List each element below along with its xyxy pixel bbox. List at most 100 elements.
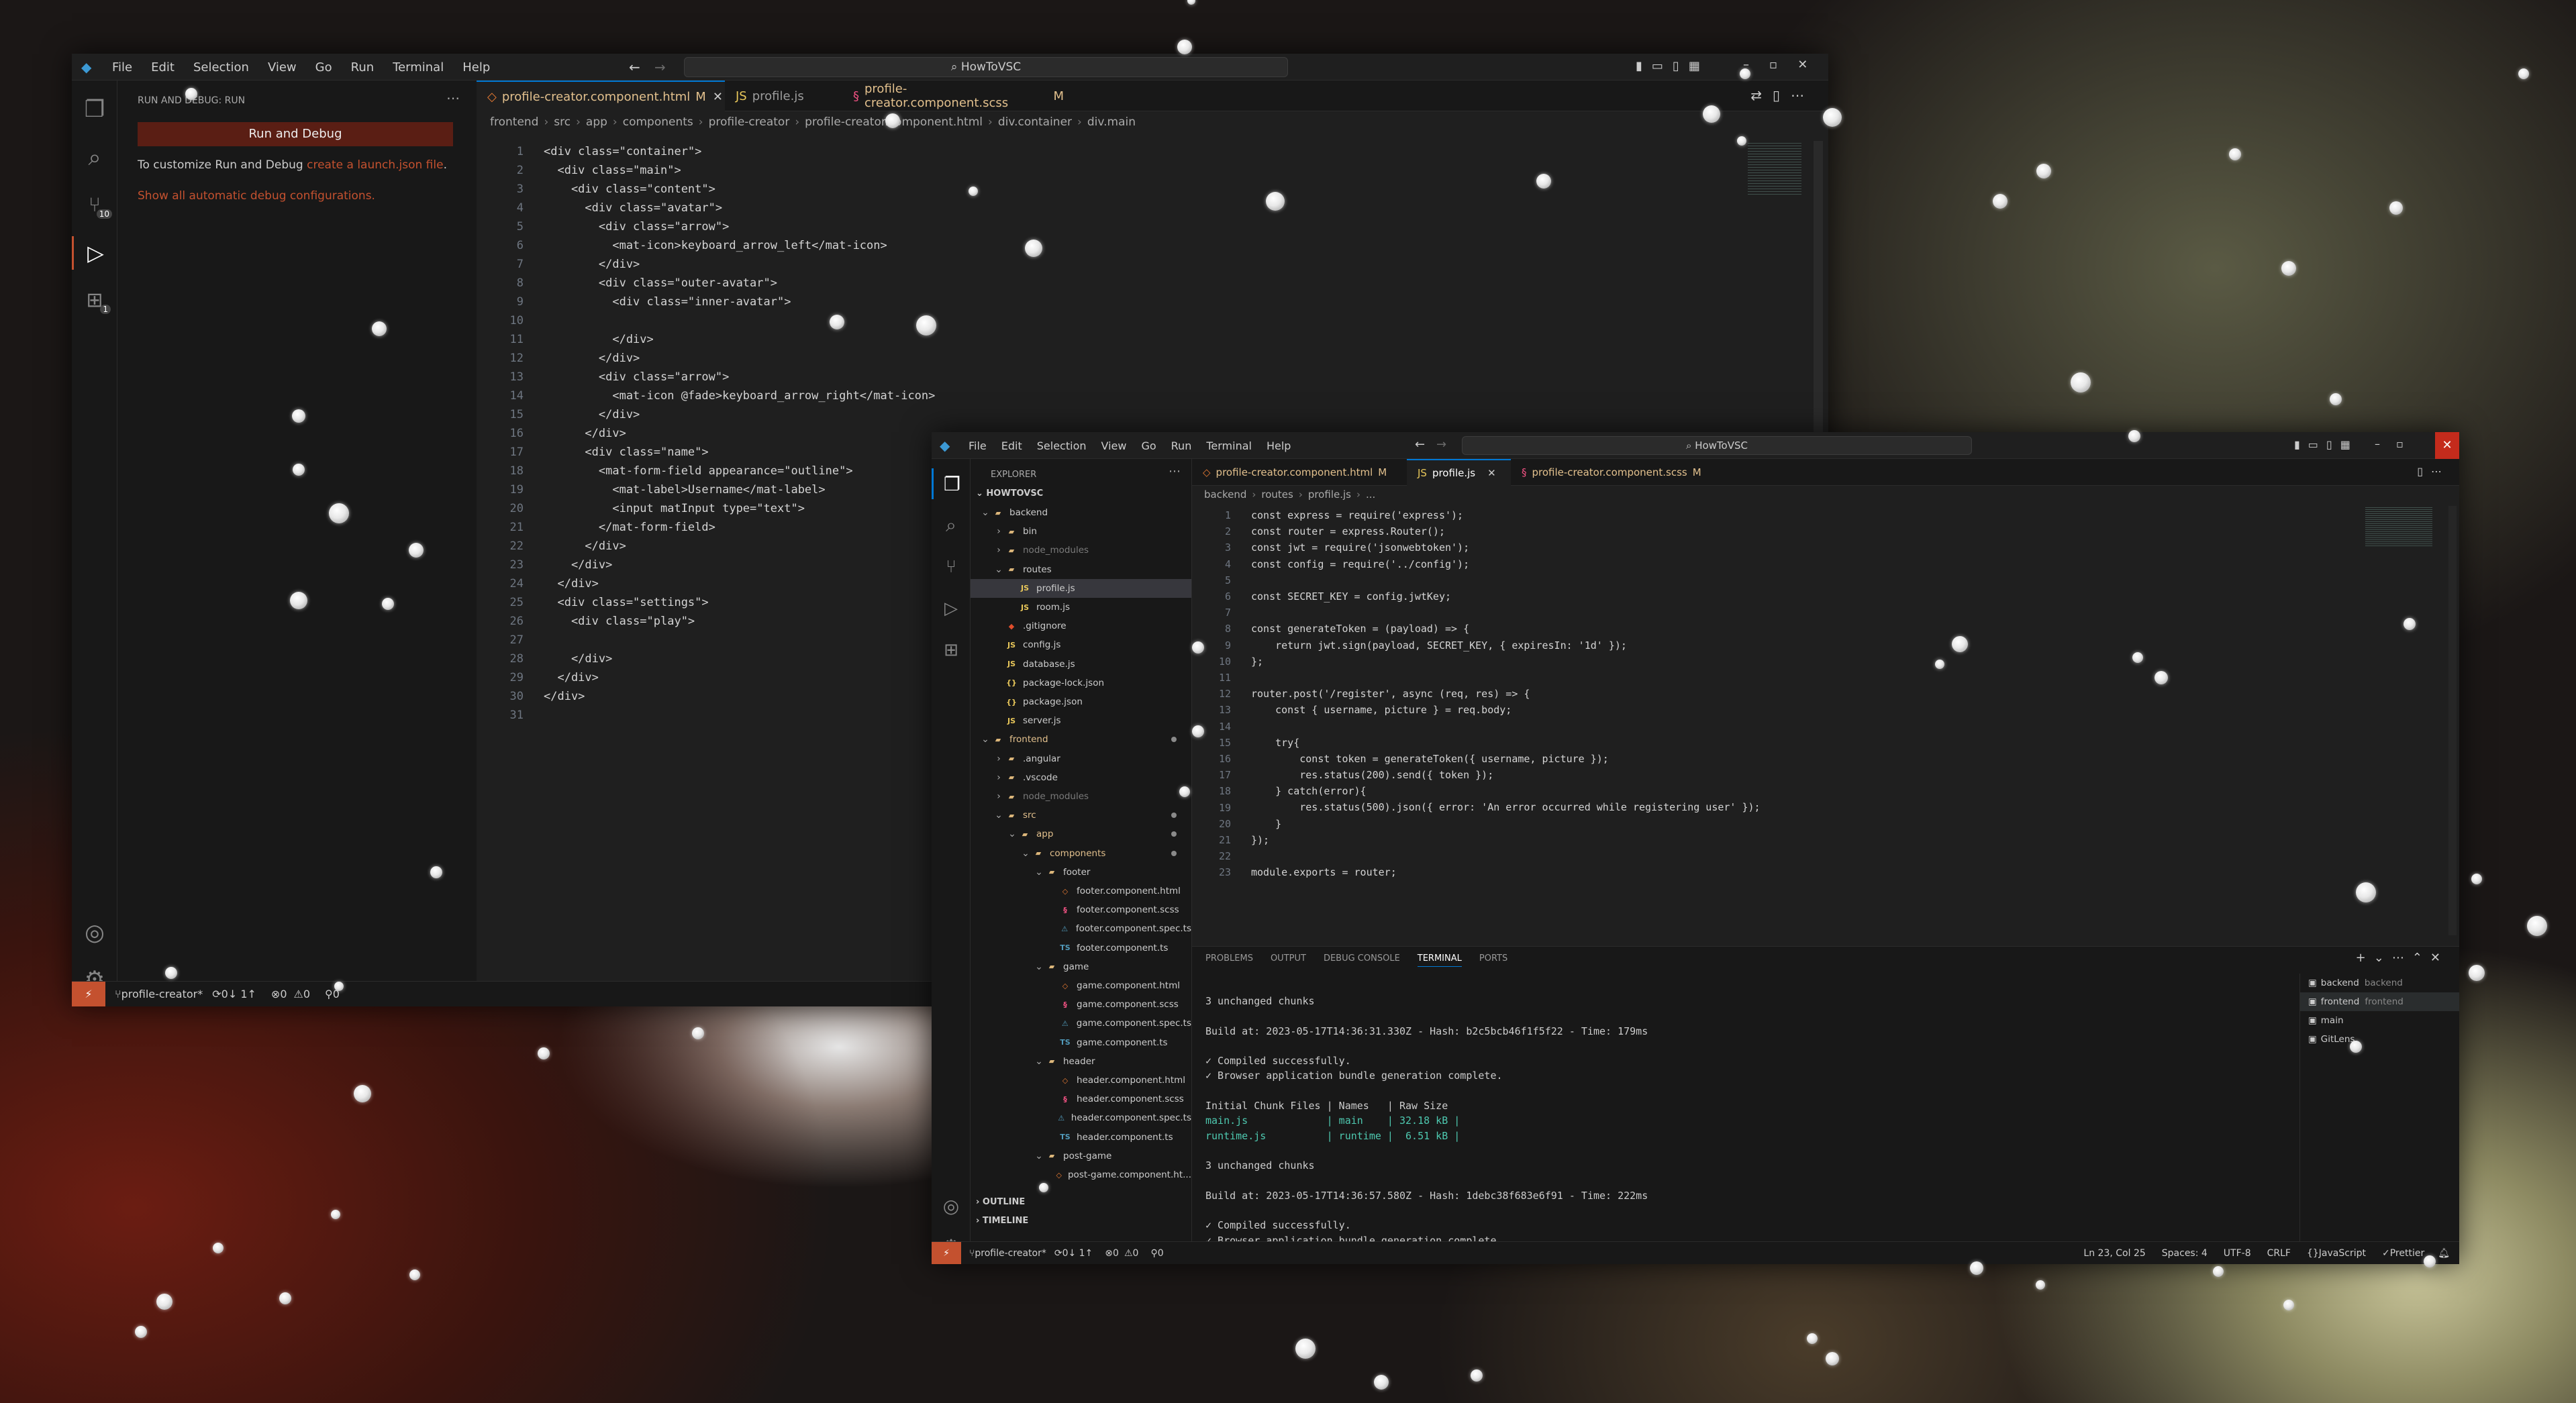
split-editor-icon[interactable]: ▯⋯ bbox=[2417, 465, 2450, 478]
command-center-search[interactable]: ⌕ HowToVSC bbox=[684, 57, 1288, 77]
menu-item-edit[interactable]: Edit bbox=[1001, 439, 1022, 452]
tree-item-frontend[interactable]: ⌄ ▰ frontend bbox=[971, 730, 1191, 749]
tree-item-bin[interactable]: › ▰ bin bbox=[971, 522, 1191, 541]
tree-item-node-modules[interactable]: › ▰ node_modules bbox=[971, 541, 1191, 560]
menu-item-help[interactable]: Help bbox=[1267, 439, 1291, 452]
run-debug-icon[interactable]: ▷ bbox=[72, 236, 117, 270]
sidebar-more-icon[interactable]: ⋯ bbox=[446, 90, 460, 106]
explorer-icon[interactable]: ❐ bbox=[932, 468, 971, 499]
tree-item-config-js[interactable]: JS config.js bbox=[971, 635, 1191, 654]
tree-item--gitignore[interactable]: ◆ .gitignore bbox=[971, 617, 1191, 635]
nav-forward-icon[interactable]: → bbox=[654, 59, 666, 75]
menu-item-edit[interactable]: Edit bbox=[151, 60, 175, 74]
menu-item-run[interactable]: Run bbox=[351, 60, 375, 74]
tree-item-node-modules[interactable]: › ▰ node_modules bbox=[971, 787, 1191, 806]
breadcrumb-item[interactable]: profile-creator bbox=[709, 115, 790, 129]
menu-item-help[interactable]: Help bbox=[462, 60, 490, 74]
tree-item-profile-js[interactable]: JS profile.js bbox=[971, 578, 1191, 598]
prettier-status[interactable]: Prettier bbox=[2390, 1248, 2425, 1259]
layout-controls[interactable]: ▮▭▯▦ bbox=[1636, 59, 1710, 73]
tree-item-header-component-scss[interactable]: § header.component.scss bbox=[971, 1090, 1191, 1108]
breadcrumb-item[interactable]: backend bbox=[1204, 488, 1246, 501]
tab-profile-creator-component-scss[interactable]: § profile-creator.component.scss M bbox=[842, 81, 1071, 111]
menu-item-selection[interactable]: Selection bbox=[193, 60, 249, 74]
tree-item-package-lock-json[interactable]: {} package-lock.json bbox=[971, 674, 1191, 692]
search-icon[interactable]: ⌕ bbox=[72, 141, 117, 174]
nav-back-icon[interactable]: ← bbox=[1415, 437, 1425, 452]
tree-item-game-component-spec-ts[interactable]: ⚠ game.component.spec.ts bbox=[971, 1014, 1191, 1033]
tree-item-footer-component-spec-ts[interactable]: ⚠ footer.component.spec.ts bbox=[971, 919, 1191, 938]
menu-item-go[interactable]: Go bbox=[315, 60, 332, 74]
create-launch-json-link[interactable]: create a launch.json file bbox=[307, 158, 443, 172]
menu-item-file[interactable]: File bbox=[969, 439, 987, 452]
menu-item-terminal[interactable]: Terminal bbox=[1206, 439, 1252, 452]
tab-profile-creator-component-html[interactable]: ◇ profile-creator.component.html M bbox=[1192, 459, 1407, 486]
menu-item-file[interactable]: File bbox=[112, 60, 132, 74]
tree-item-header-component-spec-ts[interactable]: ⚠ header.component.spec.ts bbox=[971, 1108, 1191, 1127]
timeline-section[interactable]: › TIMELINE bbox=[976, 1216, 1028, 1226]
menu-item-view[interactable]: View bbox=[268, 60, 297, 74]
panel-tab-terminal[interactable]: TERMINAL bbox=[1417, 953, 1462, 967]
breadcrumb-item[interactable]: profile-creator.component.html bbox=[805, 115, 983, 129]
tree-item-server-js[interactable]: JS server.js bbox=[971, 711, 1191, 730]
encoding[interactable]: UTF-8 bbox=[2224, 1248, 2251, 1259]
tree-item-post-game[interactable]: ⌄ ▰ post-game bbox=[971, 1147, 1191, 1165]
remote-indicator[interactable]: ⚡ bbox=[72, 981, 105, 1006]
outline-section[interactable]: › OUTLINE bbox=[976, 1197, 1025, 1207]
tree-item-app[interactable]: ⌄ ▰ app bbox=[971, 825, 1191, 843]
close-icon[interactable]: ✕ bbox=[1487, 467, 1496, 479]
remote-indicator[interactable]: ⚡ bbox=[932, 1241, 961, 1264]
cursor-position[interactable]: Ln 23, Col 25 bbox=[2083, 1248, 2145, 1259]
close-button[interactable]: ✕ bbox=[2435, 432, 2459, 459]
terminal-output[interactable]: 3 unchanged chunks Build at: 2023-05-17T1… bbox=[1205, 994, 2266, 1241]
workspace-header[interactable]: ⌄ HOWTOVSC bbox=[976, 488, 1043, 499]
tree-item-header[interactable]: ⌄ ▰ header bbox=[971, 1052, 1191, 1071]
breadcrumb-item[interactable]: components bbox=[623, 115, 693, 129]
search-icon[interactable]: ⌕ bbox=[932, 510, 971, 541]
explorer-more-icon[interactable]: ⋯ bbox=[1169, 464, 1181, 478]
terminal-instance-main[interactable]: ▣ main bbox=[2300, 1011, 2459, 1030]
source-control-icon[interactable]: ⑂ 10 bbox=[72, 188, 117, 221]
bell-icon[interactable]: 🔔︎ bbox=[2438, 1248, 2450, 1259]
breadcrumb-item[interactable]: frontend bbox=[490, 115, 538, 129]
window-controls[interactable]: –▫ bbox=[2375, 437, 2420, 450]
tree-item-src[interactable]: ⌄ ▰ src bbox=[971, 806, 1191, 825]
breadcrumb-item[interactable]: profile.js bbox=[1308, 488, 1351, 501]
menu-item-selection[interactable]: Selection bbox=[1037, 439, 1087, 452]
errors-count[interactable]: 0 bbox=[1113, 1248, 1119, 1259]
tree-item-game-component-html[interactable]: ◇ game.component.html bbox=[971, 976, 1191, 995]
menu-item-terminal[interactable]: Terminal bbox=[393, 60, 444, 74]
tree-item-database-js[interactable]: JS database.js bbox=[971, 655, 1191, 674]
window-controls[interactable]: –▫✕ bbox=[1743, 58, 1828, 72]
warnings-count[interactable]: 0 bbox=[303, 988, 310, 1000]
language-mode[interactable]: JavaScript bbox=[2319, 1248, 2366, 1259]
close-icon[interactable]: ✕ bbox=[713, 90, 723, 104]
breadcrumb-item[interactable]: routes bbox=[1261, 488, 1293, 501]
tree-item-package-json[interactable]: {} package.json bbox=[971, 692, 1191, 711]
branch-name[interactable]: profile-creator* bbox=[121, 988, 203, 1000]
tree-item-header-component-ts[interactable]: TS header.component.ts bbox=[971, 1128, 1191, 1147]
terminal-instance-backend[interactable]: ▣ backend backend bbox=[2300, 974, 2459, 992]
accounts-icon[interactable]: ◎ bbox=[72, 916, 117, 949]
tree-item-game[interactable]: ⌄ ▰ game bbox=[971, 957, 1191, 976]
command-center-search[interactable]: ⌕ HowToVSC bbox=[1462, 436, 1972, 455]
breadcrumb-item[interactable]: app bbox=[586, 115, 607, 129]
nav-forward-icon[interactable]: → bbox=[1436, 437, 1446, 452]
panel-tab-ports[interactable]: PORTS bbox=[1479, 953, 1507, 966]
menu-item-go[interactable]: Go bbox=[1141, 439, 1156, 452]
end-of-line[interactable]: CRLF bbox=[2267, 1248, 2291, 1259]
extensions-icon[interactable]: ⊞ bbox=[932, 635, 971, 666]
tree-item--angular[interactable]: › ▰ .angular bbox=[971, 749, 1191, 768]
breadcrumb-item[interactable]: ... bbox=[1366, 488, 1375, 501]
sync-status[interactable]: 0↓ 1↑ bbox=[221, 988, 256, 1000]
tab-profile-creator-component-html[interactable]: ◇ profile-creator.component.html M ✕ bbox=[477, 81, 725, 111]
panel-actions[interactable]: +⌄⋯⌃✕ bbox=[2356, 951, 2448, 965]
tree-item-post-game-component-ht-[interactable]: ◇ post-game.component.ht... bbox=[971, 1165, 1191, 1180]
accounts-icon[interactable]: ◎ bbox=[932, 1190, 971, 1221]
panel-tab-output[interactable]: OUTPUT bbox=[1271, 953, 1306, 966]
split-editor-icon[interactable]: ⇄▯⋯ bbox=[1750, 87, 1815, 103]
breadcrumb-item[interactable]: src bbox=[554, 115, 571, 129]
tree-item-room-js[interactable]: JS room.js bbox=[971, 598, 1191, 617]
layout-controls[interactable]: ▮▭▯▦ bbox=[2294, 438, 2359, 451]
tree-item-game-component-scss[interactable]: § game.component.scss bbox=[971, 995, 1191, 1014]
